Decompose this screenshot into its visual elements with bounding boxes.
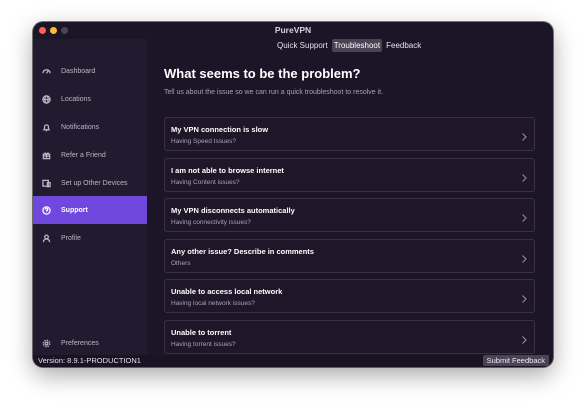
tab-troubleshoot[interactable]: Troubleshoot: [331, 39, 383, 52]
sidebar-item-label: Profile: [61, 234, 81, 242]
chevron-right-icon: [520, 332, 528, 344]
sidebar: Dashboard Locations Notifications Refer …: [33, 39, 147, 355]
issue-title: I am not able to browse internet: [171, 166, 284, 175]
window-controls: [39, 27, 68, 34]
issue-card-disconnects[interactable]: My VPN disconnects automatically Having …: [164, 198, 535, 232]
sidebar-item-refer[interactable]: Refer a Friend: [33, 141, 147, 169]
title-bar: PureVPN: [33, 22, 553, 39]
sidebar-item-notifications[interactable]: Notifications: [33, 113, 147, 141]
chevron-right-icon: [520, 251, 528, 263]
issue-title: Unable to access local network: [171, 287, 283, 296]
close-window-button[interactable]: [39, 27, 46, 34]
sidebar-item-label: Preferences: [61, 339, 99, 347]
issue-card-slow[interactable]: My VPN connection is slow Having Speed I…: [164, 117, 535, 151]
issue-card-torrent[interactable]: Unable to torrent Having torrent issues?: [164, 320, 535, 354]
support-tabs: Quick Support Troubleshoot Feedback: [275, 39, 423, 52]
issue-card-local-network[interactable]: Unable to access local network Having lo…: [164, 279, 535, 313]
issue-title: My VPN disconnects automatically: [171, 206, 295, 215]
minimize-window-button[interactable]: [50, 27, 57, 34]
sidebar-item-devices[interactable]: Set up Other Devices: [33, 169, 147, 197]
sidebar-item-profile[interactable]: Profile: [33, 224, 147, 252]
app-window: PureVPN Dashboard Locations Notification…: [33, 22, 553, 367]
chevron-right-icon: [520, 210, 528, 222]
question-icon: [41, 205, 51, 215]
sidebar-item-label: Refer a Friend: [61, 151, 106, 159]
issue-subtitle: Having local network issues?: [171, 300, 255, 307]
submit-feedback-button[interactable]: Submit Feedback: [482, 355, 549, 366]
tab-feedback[interactable]: Feedback: [384, 39, 423, 52]
devices-icon: [41, 178, 51, 188]
sidebar-item-dashboard[interactable]: Dashboard: [33, 57, 147, 85]
sidebar-item-label: Notifications: [61, 123, 100, 131]
sidebar-item-label: Set up Other Devices: [61, 179, 128, 187]
version-label: Version: 8.9.1-PRODUCTION1: [38, 356, 141, 365]
chevron-right-icon: [520, 170, 528, 182]
chevron-right-icon: [520, 291, 528, 303]
gift-icon: [41, 150, 51, 160]
issue-subtitle: Having Speed Issues?: [171, 138, 237, 145]
sidebar-item-label: Locations: [61, 95, 91, 103]
bell-icon: [41, 122, 51, 132]
zoom-window-button[interactable]: [61, 27, 68, 34]
user-icon: [41, 233, 51, 243]
tab-quick-support[interactable]: Quick Support: [275, 39, 330, 52]
globe-icon: [41, 94, 51, 104]
window-title: PureVPN: [274, 25, 312, 35]
sidebar-item-support[interactable]: Support: [33, 196, 147, 224]
sidebar-item-label: Dashboard: [61, 67, 96, 75]
issue-subtitle: Having Content issues?: [171, 179, 240, 186]
issue-card-browse[interactable]: I am not able to browse internet Having …: [164, 158, 535, 192]
issue-subtitle: Having torrent issues?: [171, 341, 236, 348]
issue-title: My VPN connection is slow: [171, 125, 269, 134]
sidebar-item-preferences[interactable]: Preferences: [33, 329, 147, 357]
main-content: What seems to be the problem? Tell us ab…: [164, 62, 536, 96]
dashboard-icon: [41, 66, 51, 76]
issue-card-other[interactable]: Any other issue? Describe in comments Ot…: [164, 239, 535, 273]
status-bar: Version: 8.9.1-PRODUCTION1 Submit Feedba…: [33, 355, 553, 367]
issue-subtitle: Having connectivity issues?: [171, 219, 251, 226]
chevron-right-icon: [520, 129, 528, 141]
page-subtitle: Tell us about the issue so we can run a …: [164, 89, 384, 96]
issue-title: Unable to torrent: [171, 328, 232, 337]
sidebar-item-label: Support: [61, 206, 88, 214]
page-title: What seems to be the problem?: [164, 66, 361, 81]
issue-subtitle: Others: [171, 260, 191, 267]
sidebar-item-locations[interactable]: Locations: [33, 85, 147, 113]
issue-title: Any other issue? Describe in comments: [171, 247, 314, 256]
gear-icon: [41, 338, 51, 348]
